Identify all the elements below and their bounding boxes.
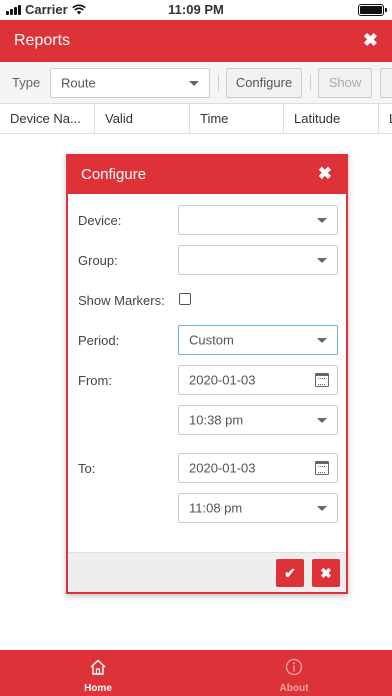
show-markers-label: Show Markers: (78, 293, 165, 308)
tab-about[interactable]: About (196, 650, 392, 696)
period-select[interactable]: Custom (178, 325, 338, 355)
clock: 11:09 PM (168, 2, 224, 17)
from-time-select[interactable]: 10:38 pm (178, 405, 338, 435)
period-select-value: Custom (189, 332, 234, 348)
show-button[interactable]: Show (318, 68, 372, 98)
from-label: From: (78, 373, 112, 388)
device-label: Device: (78, 213, 122, 228)
device-select[interactable] (178, 205, 338, 235)
column-valid[interactable]: Valid (95, 104, 190, 134)
calendar-icon[interactable] (315, 461, 329, 475)
cancel-button[interactable]: ✖ (312, 559, 340, 587)
period-label: Period: (78, 333, 120, 348)
column-device-name[interactable]: Device Na... (0, 104, 95, 134)
chevron-down-icon (189, 81, 199, 86)
group-label: Group: (78, 253, 118, 268)
column-longitude[interactable]: L (379, 104, 392, 134)
chevron-down-icon (317, 506, 327, 511)
close-icon: ✖ (320, 565, 332, 581)
bottom-tab-bar: Home About (0, 650, 392, 696)
app-header: Reports ✖ (0, 20, 392, 62)
show-markers-checkbox[interactable] (179, 293, 191, 305)
configure-button[interactable]: Configure (226, 68, 302, 98)
from-date-value: 2020-01-03 (189, 372, 256, 388)
tab-about-label: About (279, 683, 309, 694)
divider (310, 75, 311, 91)
dialog-title: Configure (81, 166, 147, 183)
group-select[interactable] (178, 245, 338, 275)
page-title: Reports (14, 32, 71, 49)
status-bar: Carrier 11:09 PM (0, 0, 392, 20)
divider (218, 75, 219, 91)
to-time-value: 11:08 pm (189, 500, 243, 516)
info-icon (285, 658, 303, 676)
chevron-down-icon (317, 258, 327, 263)
dialog-footer: ✔ ✖ (68, 552, 346, 592)
tab-home[interactable]: Home (0, 650, 196, 696)
type-select-value: Route (61, 75, 96, 91)
report-toolbar: Type Route Configure Show (0, 62, 392, 104)
close-icon[interactable]: ✖ (363, 30, 378, 51)
to-date-value: 2020-01-03 (189, 460, 256, 476)
tab-home-label: Home (84, 683, 112, 694)
chevron-down-icon (317, 418, 327, 423)
dialog-header: Configure ✖ (68, 156, 346, 194)
home-icon (90, 659, 106, 675)
chevron-down-icon (317, 218, 327, 223)
to-date-input[interactable]: 2020-01-03 (178, 453, 338, 483)
chevron-down-icon (317, 338, 327, 343)
checkmark-icon: ✔ (284, 565, 296, 581)
type-label: Type (12, 75, 41, 90)
close-icon[interactable]: ✖ (318, 164, 332, 184)
type-select[interactable]: Route (50, 68, 210, 98)
calendar-icon[interactable] (315, 373, 329, 387)
configure-dialog: Configure ✖ Device: Group: Show Markers:… (66, 154, 348, 594)
confirm-button[interactable]: ✔ (276, 559, 304, 587)
column-latitude[interactable]: Latitude (284, 104, 379, 134)
to-time-select[interactable]: 11:08 pm (178, 493, 338, 523)
more-button[interactable] (380, 68, 392, 98)
table-header: Device Na... Valid Time Latitude L (0, 104, 392, 134)
column-time[interactable]: Time (190, 104, 284, 134)
from-date-input[interactable]: 2020-01-03 (178, 365, 338, 395)
to-label: To: (78, 461, 96, 476)
from-time-value: 10:38 pm (189, 412, 244, 428)
battery-icon (358, 4, 387, 16)
